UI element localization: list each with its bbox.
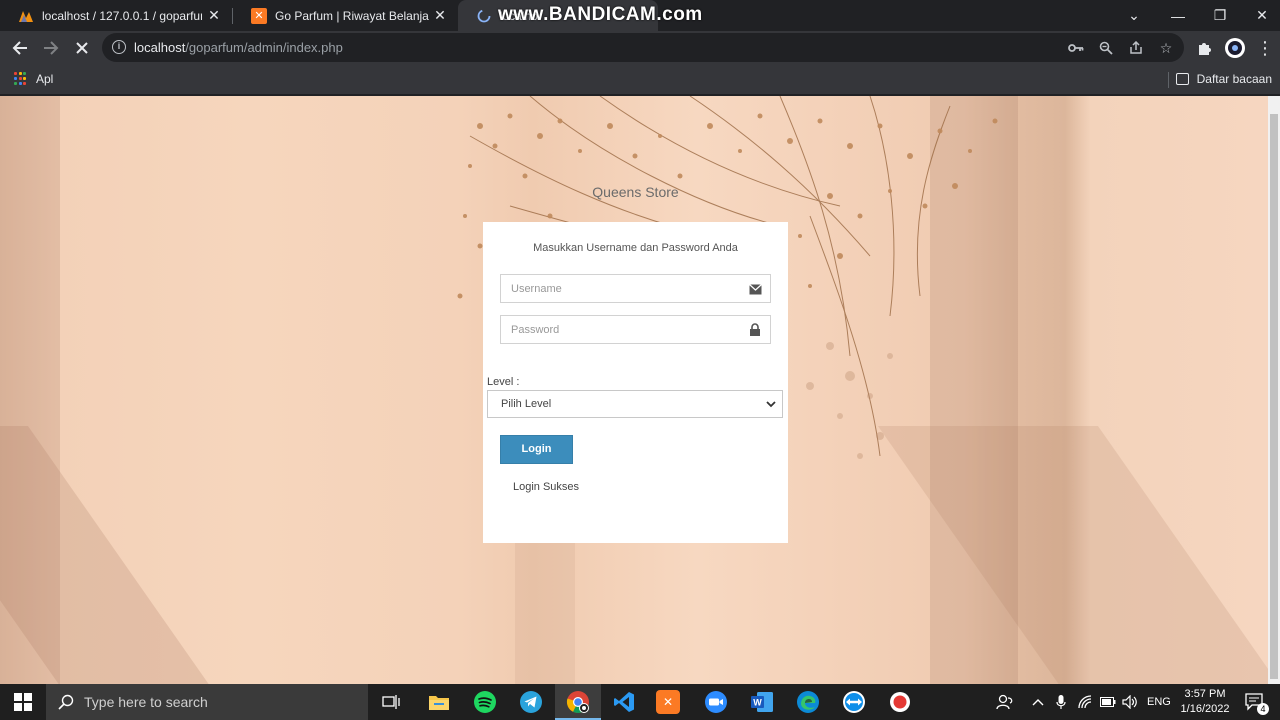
teamviewer-icon[interactable] bbox=[840, 688, 868, 716]
tab-go-parfum[interactable]: ✕ Go Parfum | Riwayat Belanja ✕ bbox=[233, 0, 458, 31]
tray-overflow-chevron-icon[interactable] bbox=[1032, 684, 1044, 720]
stop-loading-icon[interactable] bbox=[68, 34, 96, 62]
system-clock[interactable]: 3:57 PM 1/16/2022 bbox=[1170, 687, 1240, 717]
reading-list-icon bbox=[1175, 73, 1189, 85]
task-view-icon[interactable] bbox=[377, 688, 405, 716]
address-bar[interactable]: i localhost/goparfum/admin/index.php ☆ bbox=[102, 33, 1184, 62]
password-input[interactable] bbox=[501, 316, 741, 343]
loading-spinner-icon bbox=[476, 8, 492, 24]
envelope-icon bbox=[749, 282, 762, 295]
battery-icon[interactable] bbox=[1100, 684, 1116, 720]
zoom-icon[interactable] bbox=[702, 688, 730, 716]
zoom-icon[interactable] bbox=[1096, 38, 1116, 58]
chrome-menu-icon[interactable]: ⋮ bbox=[1251, 34, 1279, 62]
start-button[interactable] bbox=[0, 684, 46, 720]
extensions-puzzle-icon[interactable] bbox=[1190, 34, 1218, 62]
volume-icon[interactable] bbox=[1122, 684, 1138, 720]
url-host: localhost bbox=[134, 40, 186, 55]
bookmark-separator bbox=[1168, 72, 1169, 88]
share-icon[interactable] bbox=[1126, 38, 1146, 58]
vscode-icon[interactable] bbox=[610, 688, 638, 716]
close-tab-icon[interactable]: ✕ bbox=[206, 7, 222, 23]
tab-title: Go Parfum | Riwayat Belanja bbox=[275, 8, 429, 23]
lock-icon bbox=[749, 323, 762, 336]
windows-taskbar: Type here to search ✕ W ENG 3:57 PM 1/16… bbox=[0, 684, 1280, 720]
apps-label: Apl bbox=[36, 72, 54, 86]
tab-phpmyadmin[interactable]: localhost / 127.0.0.1 / goparfum ✕ bbox=[0, 0, 232, 31]
notification-center[interactable]: 4 bbox=[1245, 684, 1269, 720]
profile-avatar[interactable] bbox=[1221, 34, 1249, 62]
page-scrollbar[interactable] bbox=[1268, 96, 1280, 684]
clock-time: 3:57 PM bbox=[1184, 688, 1226, 700]
key-icon[interactable] bbox=[1066, 38, 1086, 58]
word-icon[interactable]: W bbox=[748, 688, 776, 716]
clock-date: 1/16/2022 bbox=[1180, 703, 1230, 715]
level-select[interactable]: Pilih Level bbox=[487, 390, 783, 418]
apps-shortcut[interactable]: Apl bbox=[14, 72, 53, 86]
forward-arrow-icon[interactable] bbox=[37, 34, 65, 62]
language-indicator[interactable]: ENG bbox=[1147, 684, 1171, 720]
level-select-value: Pilih Level bbox=[501, 398, 552, 410]
edge-icon[interactable] bbox=[794, 688, 822, 716]
wifi-icon[interactable] bbox=[1078, 684, 1094, 720]
apps-grid-icon bbox=[14, 72, 28, 86]
login-heading: Masukkan Username dan Password Anda bbox=[533, 242, 738, 254]
url-path: /goparfum/admin/index.php bbox=[185, 40, 343, 55]
login-button[interactable]: Login bbox=[500, 435, 573, 464]
level-label: Level : bbox=[487, 376, 520, 388]
file-explorer-icon[interactable] bbox=[425, 688, 453, 716]
bandicam-record-icon[interactable] bbox=[886, 688, 914, 716]
taskbar-search[interactable]: Type here to search bbox=[46, 684, 368, 720]
close-window-button[interactable]: ✕ bbox=[1240, 0, 1280, 31]
telegram-icon[interactable] bbox=[517, 688, 545, 716]
url-text[interactable]: localhost/goparfum/admin/index.php bbox=[134, 40, 343, 55]
username-field[interactable] bbox=[500, 274, 771, 303]
chrome-icon[interactable] bbox=[564, 688, 592, 716]
login-status-message: Login Sukses bbox=[513, 481, 580, 493]
search-placeholder: Type here to search bbox=[84, 694, 208, 710]
page-viewport: Queens Store Masukkan Username dan Passw… bbox=[0, 96, 1268, 684]
browser-toolbar: i localhost/goparfum/admin/index.php ☆ ⋮ bbox=[0, 31, 1280, 65]
search-icon bbox=[58, 694, 74, 710]
username-input[interactable] bbox=[501, 275, 741, 302]
restore-button[interactable]: ❐ bbox=[1198, 0, 1242, 31]
site-info-icon[interactable]: i bbox=[112, 40, 126, 54]
minimize-button[interactable]: — bbox=[1156, 0, 1200, 31]
svg-text:W: W bbox=[753, 698, 762, 708]
chevron-down-icon bbox=[766, 392, 776, 418]
close-tab-icon[interactable]: ✕ bbox=[432, 7, 448, 23]
spotify-icon[interactable] bbox=[471, 688, 499, 716]
phpmyadmin-icon bbox=[18, 8, 34, 24]
store-title: Queens Store bbox=[592, 184, 679, 200]
bookmarks-bar: Apl Daftar bacaan bbox=[0, 65, 1280, 95]
bandicam-watermark: www.BANDICAM.com bbox=[498, 4, 703, 25]
notification-badge: 4 bbox=[1257, 703, 1269, 715]
reading-list-label: Daftar bacaan bbox=[1196, 72, 1272, 86]
microphone-icon[interactable] bbox=[1056, 684, 1066, 720]
bookmark-star-icon[interactable]: ☆ bbox=[1156, 38, 1176, 58]
windows-logo-icon bbox=[14, 693, 32, 711]
password-field[interactable] bbox=[500, 315, 771, 344]
xampp-favicon-icon: ✕ bbox=[251, 7, 267, 24]
tab-search-chevron-icon[interactable]: ⌄ bbox=[1112, 0, 1156, 31]
scrollbar-thumb[interactable] bbox=[1270, 114, 1278, 679]
browser-tab-strip: localhost / 127.0.0.1 / goparfum ✕ ✕ Go … bbox=[0, 0, 1280, 31]
xampp-icon[interactable]: ✕ bbox=[656, 690, 680, 714]
back-arrow-icon[interactable] bbox=[6, 34, 34, 62]
reading-list-button[interactable]: Daftar bacaan bbox=[1175, 72, 1272, 86]
people-icon[interactable] bbox=[996, 684, 1014, 720]
login-card: Masukkan Username dan Password Anda Leve… bbox=[483, 222, 788, 543]
tab-title: localhost / 127.0.0.1 / goparfum bbox=[42, 8, 202, 23]
